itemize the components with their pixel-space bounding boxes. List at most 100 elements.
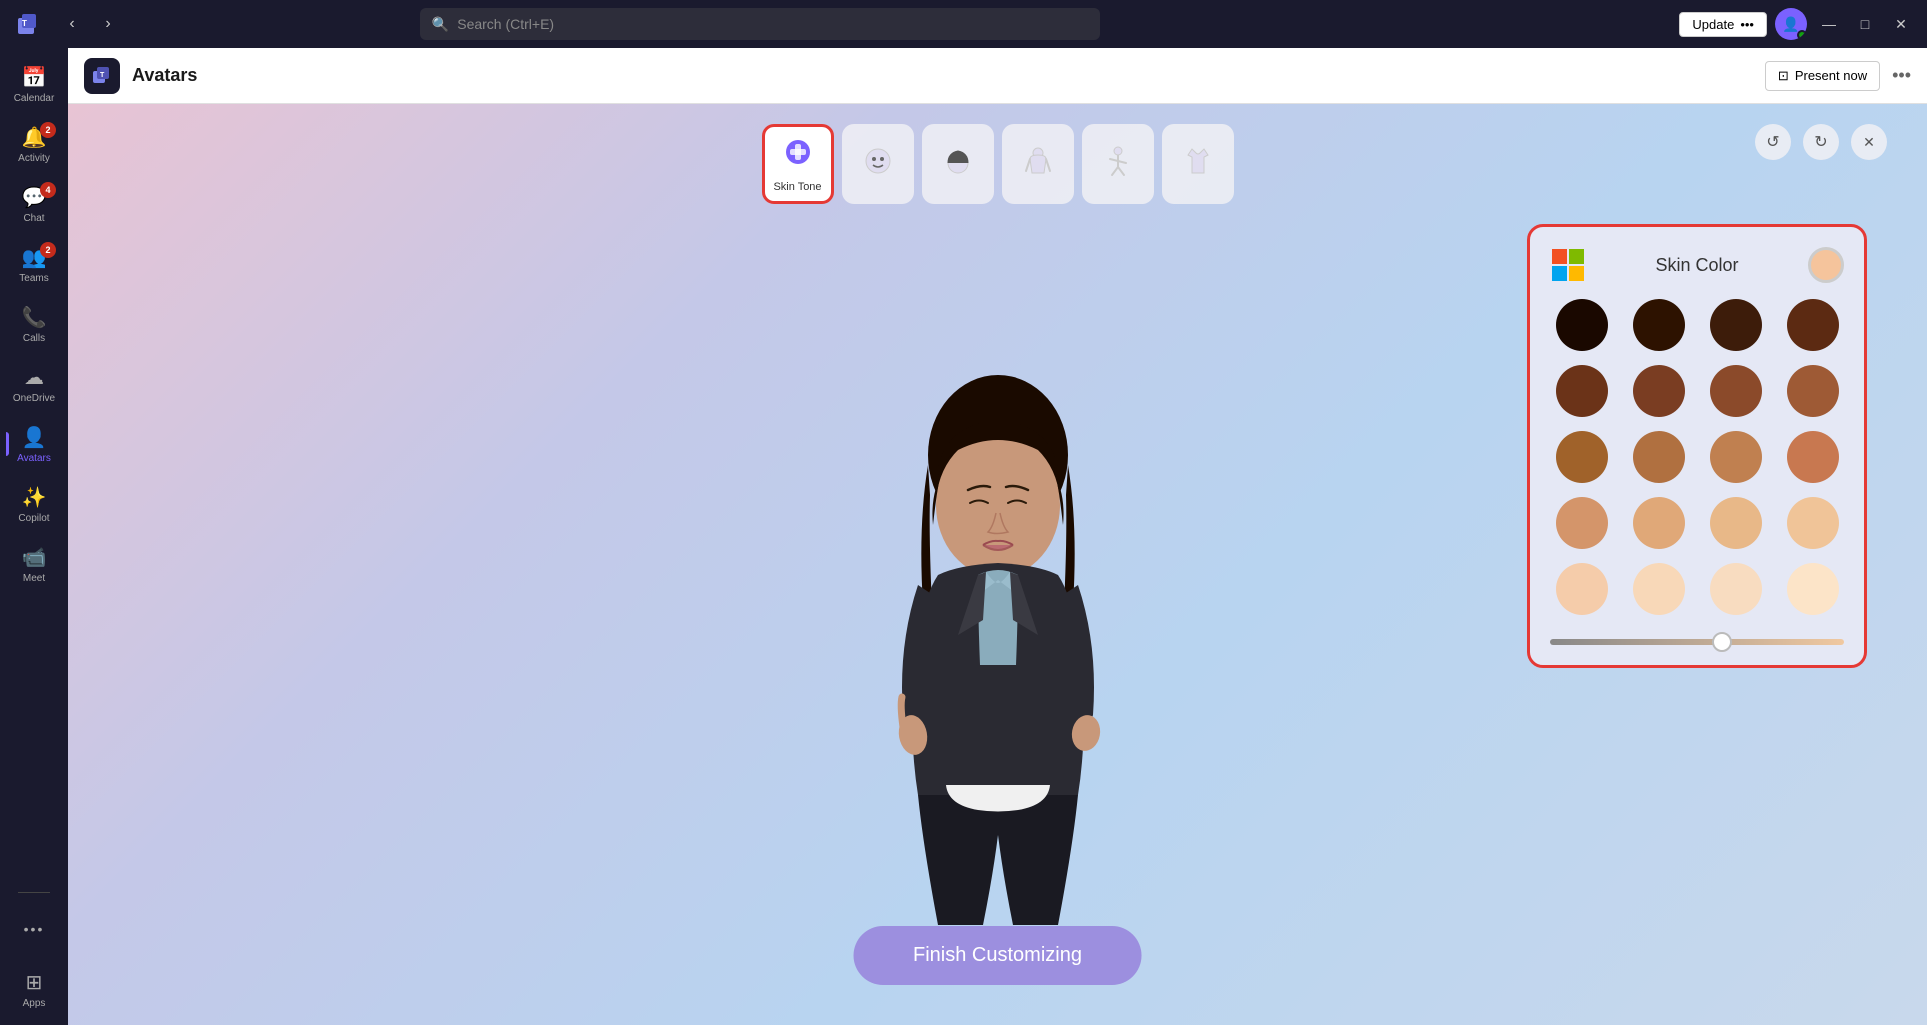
color-dot[interactable] — [1710, 563, 1762, 615]
canvas-actions: ↺ ↻ ✕ — [1755, 124, 1887, 160]
main-layout: 📅 Calendar 2 🔔 Activity 4 💬 Chat 2 👥 Tea… — [0, 48, 1927, 1025]
forward-button[interactable]: › — [92, 8, 124, 40]
toolbar-outfit[interactable] — [1162, 124, 1234, 204]
color-dot[interactable] — [1710, 431, 1762, 483]
nav-buttons: ‹ › — [56, 8, 124, 40]
toolbar-hair[interactable] — [922, 124, 994, 204]
color-dot[interactable] — [1556, 431, 1608, 483]
color-dot[interactable] — [1787, 299, 1839, 351]
skin-color-title: Skin Color — [1655, 255, 1738, 276]
app-title: Avatars — [132, 65, 197, 86]
user-avatar[interactable]: 👤 — [1775, 8, 1807, 40]
sidebar-item-meet[interactable]: 📹 Meet — [6, 536, 62, 592]
slider-track — [1550, 639, 1844, 645]
avatar-character — [838, 365, 1158, 945]
sidebar-apps-label: Apps — [23, 998, 46, 1009]
copilot-icon: ✨ — [22, 485, 47, 510]
color-dot[interactable] — [1633, 563, 1685, 615]
selected-skin-color — [1808, 247, 1844, 283]
meet-icon: 📹 — [22, 545, 47, 570]
slider-thumb[interactable] — [1712, 632, 1732, 652]
search-bar: 🔍 — [420, 8, 1100, 40]
color-dot[interactable] — [1633, 365, 1685, 417]
canvas-close-button[interactable]: ✕ — [1851, 124, 1887, 160]
title-bar: T ‹ › 🔍 Update ••• 👤 — □ ✕ — [0, 0, 1927, 48]
sidebar-item-more[interactable]: ••• — [6, 901, 62, 957]
chat-badge: 4 — [40, 182, 56, 198]
sidebar: 📅 Calendar 2 🔔 Activity 4 💬 Chat 2 👥 Tea… — [0, 48, 68, 1025]
sidebar-item-avatars[interactable]: 👤 Avatars — [6, 416, 62, 472]
color-dot[interactable] — [1556, 497, 1608, 549]
pose-icon — [1102, 145, 1134, 184]
sidebar-item-calendar[interactable]: 📅 Calendar — [6, 56, 62, 112]
body-icon — [1022, 145, 1054, 184]
app-header: T Avatars ⊡ Present now ••• — [68, 48, 1927, 104]
minimize-button[interactable]: — — [1815, 10, 1843, 38]
present-icon: ⊡ — [1778, 68, 1789, 84]
sidebar-avatars-label: Avatars — [17, 453, 51, 464]
avatar-toolbar: Skin Tone — [762, 124, 1234, 204]
toolbar-skin-tone[interactable]: Skin Tone — [762, 124, 834, 204]
toolbar-pose[interactable] — [1082, 124, 1154, 204]
update-more: ••• — [1740, 17, 1754, 32]
toolbar-face[interactable] — [842, 124, 914, 204]
color-dot[interactable] — [1710, 299, 1762, 351]
color-dot[interactable] — [1633, 497, 1685, 549]
panel-header: Skin Color — [1550, 247, 1844, 283]
apps-icon: ⊞ — [26, 970, 43, 995]
skin-tone-icon — [782, 136, 814, 175]
color-dot[interactable] — [1556, 365, 1608, 417]
header-right: ⊡ Present now ••• — [1765, 61, 1911, 91]
color-dot[interactable] — [1556, 299, 1608, 351]
color-dot[interactable] — [1556, 563, 1608, 615]
sidebar-chat-label: Chat — [23, 213, 44, 224]
sidebar-activity-label: Activity — [18, 153, 50, 164]
finish-label: Finish Customizing — [913, 944, 1082, 966]
more-icon: ••• — [24, 921, 45, 937]
user-status — [1797, 30, 1807, 40]
skin-color-panel: Skin Color — [1527, 224, 1867, 668]
sidebar-item-copilot[interactable]: ✨ Copilot — [6, 476, 62, 532]
color-dot[interactable] — [1710, 365, 1762, 417]
update-button[interactable]: Update ••• — [1679, 12, 1767, 37]
color-dot[interactable] — [1787, 563, 1839, 615]
sidebar-calendar-label: Calendar — [14, 93, 55, 104]
color-dot[interactable] — [1710, 497, 1762, 549]
color-dot[interactable] — [1787, 497, 1839, 549]
redo-button[interactable]: ↻ — [1803, 124, 1839, 160]
toolbar-body[interactable] — [1002, 124, 1074, 204]
undo-button[interactable]: ↺ — [1755, 124, 1791, 160]
microsoft-logo — [1550, 247, 1586, 283]
svg-text:T: T — [22, 19, 27, 28]
sidebar-meet-label: Meet — [23, 573, 45, 584]
back-button[interactable]: ‹ — [56, 8, 88, 40]
color-dot[interactable] — [1633, 431, 1685, 483]
color-dot[interactable] — [1633, 299, 1685, 351]
sidebar-divider — [18, 892, 50, 893]
sidebar-item-activity[interactable]: 2 🔔 Activity — [6, 116, 62, 172]
search-input[interactable] — [457, 16, 1088, 32]
sidebar-item-teams[interactable]: 2 👥 Teams — [6, 236, 62, 292]
color-dot[interactable] — [1787, 431, 1839, 483]
face-icon — [862, 145, 894, 184]
update-label: Update — [1692, 17, 1734, 32]
avatar-canvas: Skin Tone — [68, 104, 1927, 1025]
sidebar-item-apps[interactable]: ⊞ Apps — [6, 961, 62, 1017]
header-more-button[interactable]: ••• — [1892, 65, 1911, 86]
sidebar-onedrive-label: OneDrive — [13, 393, 55, 404]
skin-tone-label: Skin Tone — [773, 181, 821, 193]
color-dot[interactable] — [1787, 365, 1839, 417]
finish-customizing-button[interactable]: Finish Customizing — [853, 926, 1142, 985]
activity-badge: 2 — [40, 122, 56, 138]
hair-icon — [942, 145, 974, 184]
color-grid — [1550, 299, 1844, 615]
sidebar-item-onedrive[interactable]: ☁ OneDrive — [6, 356, 62, 412]
close-button[interactable]: ✕ — [1887, 10, 1915, 38]
maximize-button[interactable]: □ — [1851, 10, 1879, 38]
sidebar-item-calls[interactable]: 📞 Calls — [6, 296, 62, 352]
calendar-icon: 📅 — [22, 65, 47, 90]
sidebar-copilot-label: Copilot — [18, 513, 49, 524]
sidebar-item-chat[interactable]: 4 💬 Chat — [6, 176, 62, 232]
present-now-button[interactable]: ⊡ Present now — [1765, 61, 1880, 91]
search-icon: 🔍 — [432, 16, 449, 33]
